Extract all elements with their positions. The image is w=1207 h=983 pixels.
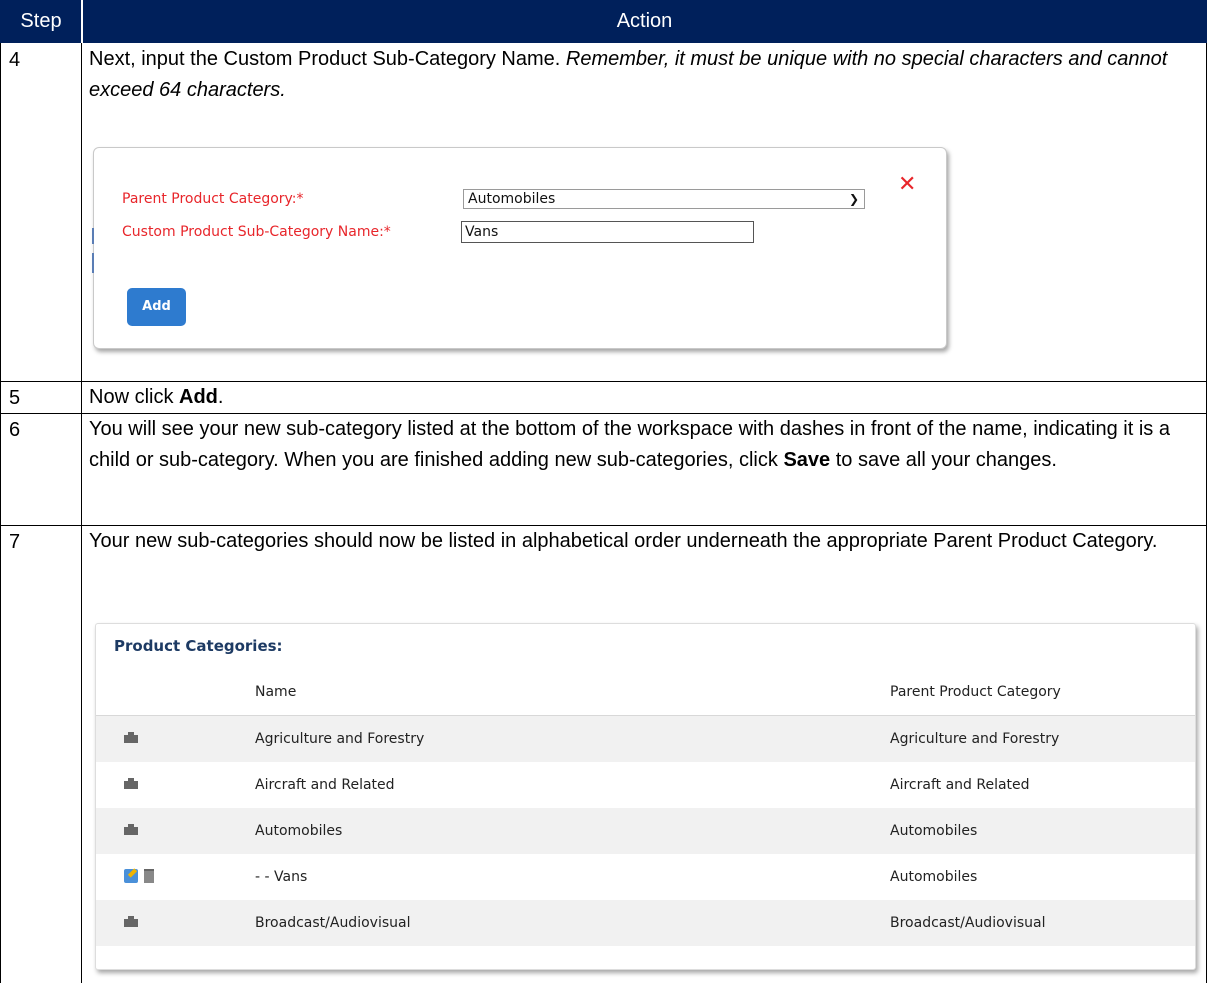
step-number: 4: [9, 49, 21, 71]
category-parent: Broadcast/Audiovisual: [890, 915, 1046, 931]
add-subcategory-dialog: Parent Product Category:* Automobiles ❯ …: [92, 147, 947, 349]
category-name: Aircraft and Related: [255, 777, 395, 793]
category-name: Agriculture and Forestry: [255, 731, 425, 747]
subcategory-name-label: Custom Product Sub-Category Name:*: [122, 224, 391, 240]
category-parent: Automobiles: [890, 869, 978, 885]
dialog-edge-mark: [92, 228, 94, 244]
parent-category-select[interactable]: Automobiles ❯: [463, 189, 865, 209]
row-actions: [124, 869, 156, 885]
step-text-bold: Save: [783, 449, 831, 471]
column-parent-header: Parent Product Category: [890, 684, 1061, 700]
step-number: 6: [9, 419, 21, 441]
step-text: You will see your new sub-category liste…: [89, 414, 1201, 476]
building-icon: [124, 778, 138, 789]
table-header-row: Name Parent Product Category: [96, 669, 1195, 716]
step-text-plain: Next, input the Custom Product Sub-Categ…: [89, 48, 566, 70]
table-row: - - Vans Automobiles: [96, 854, 1195, 900]
step-number: 7: [9, 531, 21, 553]
dialog-edge-mark: [92, 253, 94, 273]
table-border-left: [0, 43, 1, 983]
subcategory-name-input[interactable]: Vans: [461, 221, 754, 243]
table-row: Aircraft and Related Aircraft and Relate…: [96, 762, 1195, 808]
step-text: Next, input the Custom Product Sub-Categ…: [89, 44, 1201, 106]
building-icon: [124, 824, 138, 835]
category-parent: Aircraft and Related: [890, 777, 1030, 793]
panel-title: Product Categories:: [114, 637, 283, 655]
category-name: Automobiles: [255, 823, 343, 839]
parent-category-label: Parent Product Category:*: [122, 191, 304, 207]
step-text-plain: Now click: [89, 386, 180, 408]
step-text-plain: to save all your changes.: [830, 449, 1057, 471]
step-text-plain: .: [217, 386, 224, 408]
step-text: Your new sub-categories should now be li…: [89, 530, 1158, 552]
table-header: Step Action: [0, 0, 1207, 43]
column-name-header: Name: [255, 684, 297, 700]
add-button[interactable]: Add: [127, 288, 186, 326]
building-icon: [124, 916, 138, 927]
table-column-divider: [81, 43, 82, 983]
building-icon: [124, 732, 138, 743]
category-parent: Automobiles: [890, 823, 978, 839]
table-row: Broadcast/Audiovisual Broadcast/Audiovis…: [96, 900, 1195, 946]
category-name: - - Vans: [255, 869, 308, 885]
header-step: Step: [20, 10, 62, 32]
category-name: Broadcast/Audiovisual: [255, 915, 411, 931]
product-categories-panel: Product Categories: Name Parent Product …: [95, 623, 1196, 970]
table-row: Agriculture and Forestry Agriculture and…: [96, 716, 1195, 762]
parent-category-value: Automobiles: [468, 191, 556, 207]
trash-icon[interactable]: [144, 869, 154, 883]
header-action: Action: [616, 10, 673, 32]
step-text-bold: Add: [179, 386, 218, 408]
close-icon[interactable]: ✕: [898, 174, 916, 196]
step-number: 5: [9, 387, 21, 409]
edit-icon[interactable]: [124, 869, 138, 883]
chevron-down-icon: ❯: [848, 192, 859, 206]
step-text: Now click Add.: [89, 382, 1201, 413]
category-parent: Agriculture and Forestry: [890, 731, 1060, 747]
instruction-table: Step Action 4 Next, input the Custom Pro…: [0, 0, 1207, 983]
table-row: Automobiles Automobiles: [96, 808, 1195, 854]
